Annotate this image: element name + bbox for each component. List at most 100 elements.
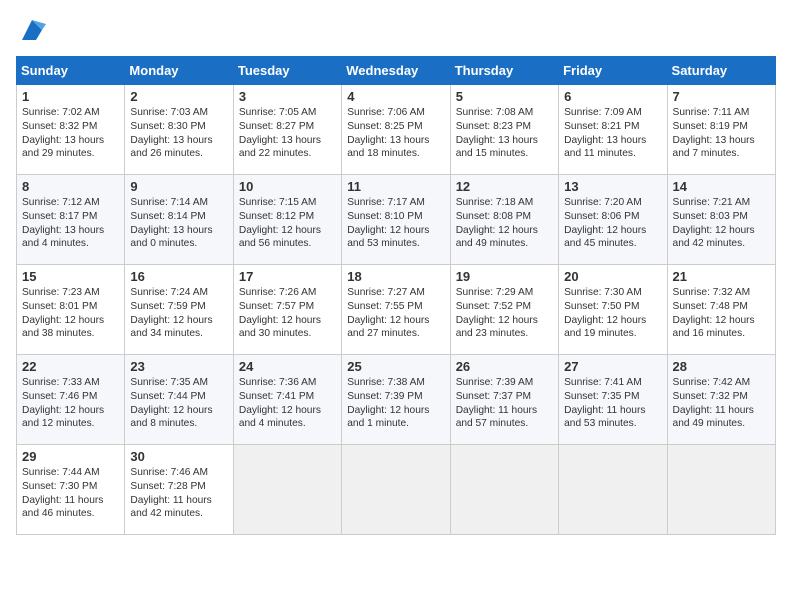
logo	[16, 16, 46, 44]
calendar-cell	[233, 445, 341, 535]
calendar-week-5: 29 Sunrise: 7:44 AM Sunset: 7:30 PM Dayli…	[17, 445, 776, 535]
calendar-cell: 21 Sunrise: 7:32 AM Sunset: 7:48 PM Dayli…	[667, 265, 775, 355]
day-number: 23	[130, 359, 227, 374]
calendar-cell: 11 Sunrise: 7:17 AM Sunset: 8:10 PM Dayli…	[342, 175, 450, 265]
calendar-cell: 23 Sunrise: 7:35 AM Sunset: 7:44 PM Dayli…	[125, 355, 233, 445]
calendar-cell: 2Sunrise: 7:03 AM Sunset: 8:30 PM Daylig…	[125, 85, 233, 175]
header-saturday: Saturday	[667, 57, 775, 85]
calendar-cell: 6Sunrise: 7:09 AM Sunset: 8:21 PM Daylig…	[559, 85, 667, 175]
day-number: 29	[22, 449, 119, 464]
day-number: 30	[130, 449, 227, 464]
day-number: 27	[564, 359, 661, 374]
calendar-cell: 1 Sunrise: 7:02 AM Sunset: 8:32 PM Daylig…	[17, 85, 125, 175]
day-number: 15	[22, 269, 119, 284]
calendar-cell: 24 Sunrise: 7:36 AM Sunset: 7:41 PM Dayli…	[233, 355, 341, 445]
day-number: 1	[22, 89, 119, 104]
day-number: 18	[347, 269, 444, 284]
cell-content: Sunrise: 7:36 AM Sunset: 7:41 PM Dayligh…	[239, 376, 336, 431]
calendar-week-3: 15 Sunrise: 7:23 AM Sunset: 8:01 PM Dayli…	[17, 265, 776, 355]
day-number: 28	[673, 359, 770, 374]
day-number: 9	[130, 179, 227, 194]
cell-content: Sunrise: 7:06 AM Sunset: 8:25 PM Dayligh…	[347, 106, 444, 161]
day-number: 22	[22, 359, 119, 374]
cell-content: Sunrise: 7:02 AM Sunset: 8:32 PM Dayligh…	[22, 106, 119, 161]
calendar-cell: 18 Sunrise: 7:27 AM Sunset: 7:55 PM Dayli…	[342, 265, 450, 355]
cell-content: Sunrise: 7:38 AM Sunset: 7:39 PM Dayligh…	[347, 376, 444, 431]
cell-content: Sunrise: 7:12 AM Sunset: 8:17 PM Dayligh…	[22, 196, 119, 251]
calendar-cell: 29 Sunrise: 7:44 AM Sunset: 7:30 PM Dayli…	[17, 445, 125, 535]
cell-content: Sunrise: 7:44 AM Sunset: 7:30 PM Dayligh…	[22, 466, 119, 521]
logo-icon	[18, 16, 46, 44]
calendar-cell: 12 Sunrise: 7:18 AM Sunset: 8:08 PM Dayli…	[450, 175, 558, 265]
cell-content: Sunrise: 7:30 AM Sunset: 7:50 PM Dayligh…	[564, 286, 661, 341]
calendar-cell: 8 Sunrise: 7:12 AM Sunset: 8:17 PM Daylig…	[17, 175, 125, 265]
calendar-cell: 20Sunrise: 7:30 AM Sunset: 7:50 PM Dayli…	[559, 265, 667, 355]
calendar-cell: 19 Sunrise: 7:29 AM Sunset: 7:52 PM Dayli…	[450, 265, 558, 355]
day-number: 6	[564, 89, 661, 104]
day-number: 26	[456, 359, 553, 374]
cell-content: Sunrise: 7:17 AM Sunset: 8:10 PM Dayligh…	[347, 196, 444, 251]
cell-content: Sunrise: 7:32 AM Sunset: 7:48 PM Dayligh…	[673, 286, 770, 341]
cell-content: Sunrise: 7:05 AM Sunset: 8:27 PM Dayligh…	[239, 106, 336, 161]
cell-content: Sunrise: 7:29 AM Sunset: 7:52 PM Dayligh…	[456, 286, 553, 341]
day-number: 16	[130, 269, 227, 284]
cell-content: Sunrise: 7:26 AM Sunset: 7:57 PM Dayligh…	[239, 286, 336, 341]
day-number: 4	[347, 89, 444, 104]
cell-content: Sunrise: 7:18 AM Sunset: 8:08 PM Dayligh…	[456, 196, 553, 251]
day-number: 24	[239, 359, 336, 374]
cell-content: Sunrise: 7:41 AM Sunset: 7:35 PM Dayligh…	[564, 376, 661, 431]
calendar-cell: 16Sunrise: 7:24 AM Sunset: 7:59 PM Dayli…	[125, 265, 233, 355]
header-sunday: Sunday	[17, 57, 125, 85]
cell-content: Sunrise: 7:20 AM Sunset: 8:06 PM Dayligh…	[564, 196, 661, 251]
header-friday: Friday	[559, 57, 667, 85]
calendar-cell: 15 Sunrise: 7:23 AM Sunset: 8:01 PM Dayli…	[17, 265, 125, 355]
calendar-cell: 28 Sunrise: 7:42 AM Sunset: 7:32 PM Dayli…	[667, 355, 775, 445]
cell-content: Sunrise: 7:11 AM Sunset: 8:19 PM Dayligh…	[673, 106, 770, 161]
day-number: 3	[239, 89, 336, 104]
calendar-cell	[667, 445, 775, 535]
day-number: 25	[347, 359, 444, 374]
calendar-body: 1 Sunrise: 7:02 AM Sunset: 8:32 PM Daylig…	[17, 85, 776, 535]
calendar-cell: 4 Sunrise: 7:06 AM Sunset: 8:25 PM Daylig…	[342, 85, 450, 175]
calendar-cell: 25 Sunrise: 7:38 AM Sunset: 7:39 PM Dayli…	[342, 355, 450, 445]
day-number: 17	[239, 269, 336, 284]
calendar-cell	[559, 445, 667, 535]
day-number: 12	[456, 179, 553, 194]
calendar-week-2: 8 Sunrise: 7:12 AM Sunset: 8:17 PM Daylig…	[17, 175, 776, 265]
cell-content: Sunrise: 7:46 AM Sunset: 7:28 PM Dayligh…	[130, 466, 227, 521]
calendar-cell	[450, 445, 558, 535]
day-number: 19	[456, 269, 553, 284]
cell-content: Sunrise: 7:42 AM Sunset: 7:32 PM Dayligh…	[673, 376, 770, 431]
cell-content: Sunrise: 7:39 AM Sunset: 7:37 PM Dayligh…	[456, 376, 553, 431]
calendar-cell: 14Sunrise: 7:21 AM Sunset: 8:03 PM Dayli…	[667, 175, 775, 265]
calendar-cell: 30 Sunrise: 7:46 AM Sunset: 7:28 PM Dayli…	[125, 445, 233, 535]
header-thursday: Thursday	[450, 57, 558, 85]
day-number: 8	[22, 179, 119, 194]
header-tuesday: Tuesday	[233, 57, 341, 85]
calendar-cell: 26 Sunrise: 7:39 AM Sunset: 7:37 PM Dayli…	[450, 355, 558, 445]
calendar-table: SundayMondayTuesdayWednesdayThursdayFrid…	[16, 56, 776, 535]
calendar-cell: 27 Sunrise: 7:41 AM Sunset: 7:35 PM Dayli…	[559, 355, 667, 445]
calendar-cell: 10 Sunrise: 7:15 AM Sunset: 8:12 PM Dayli…	[233, 175, 341, 265]
calendar-week-1: 1 Sunrise: 7:02 AM Sunset: 8:32 PM Daylig…	[17, 85, 776, 175]
day-number: 2	[130, 89, 227, 104]
calendar-cell: 17 Sunrise: 7:26 AM Sunset: 7:57 PM Dayli…	[233, 265, 341, 355]
calendar-cell: 7 Sunrise: 7:11 AM Sunset: 8:19 PM Daylig…	[667, 85, 775, 175]
day-number: 14	[673, 179, 770, 194]
cell-content: Sunrise: 7:27 AM Sunset: 7:55 PM Dayligh…	[347, 286, 444, 341]
calendar-cell	[342, 445, 450, 535]
calendar-cell: 3 Sunrise: 7:05 AM Sunset: 8:27 PM Daylig…	[233, 85, 341, 175]
cell-content: Sunrise: 7:14 AM Sunset: 8:14 PM Dayligh…	[130, 196, 227, 251]
cell-content: Sunrise: 7:23 AM Sunset: 8:01 PM Dayligh…	[22, 286, 119, 341]
calendar-week-4: 22Sunrise: 7:33 AM Sunset: 7:46 PM Dayli…	[17, 355, 776, 445]
day-number: 21	[673, 269, 770, 284]
day-number: 13	[564, 179, 661, 194]
calendar-cell: 5Sunrise: 7:08 AM Sunset: 8:23 PM Daylig…	[450, 85, 558, 175]
day-number: 10	[239, 179, 336, 194]
cell-content: Sunrise: 7:35 AM Sunset: 7:44 PM Dayligh…	[130, 376, 227, 431]
calendar-header: SundayMondayTuesdayWednesdayThursdayFrid…	[17, 57, 776, 85]
day-number: 7	[673, 89, 770, 104]
cell-content: Sunrise: 7:08 AM Sunset: 8:23 PM Dayligh…	[456, 106, 553, 161]
cell-content: Sunrise: 7:15 AM Sunset: 8:12 PM Dayligh…	[239, 196, 336, 251]
day-number: 11	[347, 179, 444, 194]
